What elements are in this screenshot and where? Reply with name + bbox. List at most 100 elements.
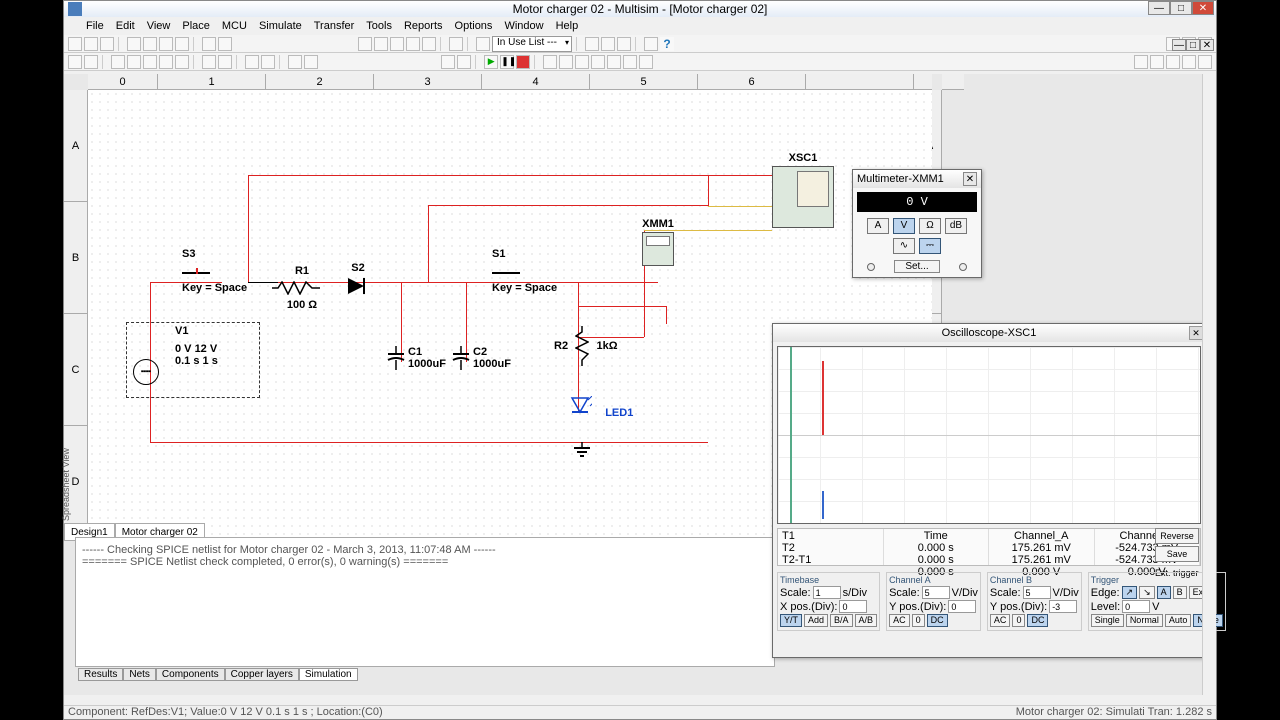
tool-a-icon[interactable] bbox=[585, 37, 599, 51]
t3-icon[interactable] bbox=[111, 55, 125, 69]
t13-icon[interactable] bbox=[304, 55, 318, 69]
menu-tools[interactable]: Tools bbox=[360, 18, 398, 34]
open-icon[interactable] bbox=[84, 37, 98, 51]
comp-r2[interactable]: R2 1kΩ bbox=[554, 326, 618, 366]
menu-help[interactable]: Help bbox=[550, 18, 585, 34]
menu-view[interactable]: View bbox=[141, 18, 177, 34]
redo-icon[interactable] bbox=[218, 37, 232, 51]
console-tab[interactable]: Nets bbox=[123, 668, 156, 681]
console-tab[interactable]: Simulation bbox=[299, 668, 358, 681]
minimize-button[interactable]: — bbox=[1148, 1, 1170, 15]
comp-c1[interactable]: C11000uF bbox=[386, 346, 406, 374]
save-button[interactable]: Save bbox=[1155, 546, 1199, 562]
trig-level-input[interactable] bbox=[1122, 600, 1150, 613]
comp-c2[interactable]: C21000uF bbox=[451, 346, 471, 374]
menu-window[interactable]: Window bbox=[498, 18, 549, 34]
t1-icon[interactable] bbox=[68, 55, 82, 69]
cha-scale-input[interactable] bbox=[922, 586, 950, 599]
trig-b-button[interactable]: B bbox=[1173, 586, 1187, 599]
edge-fall-button[interactable]: ↘ bbox=[1139, 586, 1155, 599]
tbBtns-Y/T[interactable]: Y/T bbox=[780, 614, 802, 627]
inuse-dropdown[interactable]: In Use List --- bbox=[492, 36, 572, 52]
reverse-button[interactable]: Reverse bbox=[1155, 528, 1199, 544]
menu-reports[interactable]: Reports bbox=[398, 18, 449, 34]
comp-xsc1[interactable]: XSC1 bbox=[772, 152, 834, 228]
comp-s2[interactable]: S2 bbox=[344, 262, 372, 298]
oscilloscope-close-icon[interactable]: ✕ bbox=[1189, 326, 1203, 340]
grid1-icon[interactable] bbox=[358, 37, 372, 51]
sub-close-button[interactable]: ✕ bbox=[1200, 39, 1214, 51]
comp-s1[interactable]: S1 Key = Space bbox=[492, 248, 557, 294]
zf3-icon[interactable] bbox=[1166, 55, 1180, 69]
play-icon[interactable]: ▶ bbox=[484, 55, 498, 69]
multimeter-mode-V[interactable]: V bbox=[893, 218, 915, 234]
chb-ypos-input[interactable] bbox=[1049, 600, 1077, 613]
tool-d-icon[interactable] bbox=[644, 37, 658, 51]
timebase-xpos-input[interactable] bbox=[839, 600, 867, 613]
trigBtns-Auto[interactable]: Auto bbox=[1165, 614, 1192, 627]
edge-rise-button[interactable]: ↗ bbox=[1122, 586, 1138, 599]
t2-icon[interactable] bbox=[84, 55, 98, 69]
t10-icon[interactable] bbox=[245, 55, 259, 69]
menu-place[interactable]: Place bbox=[176, 18, 216, 34]
print-icon[interactable] bbox=[127, 37, 141, 51]
comp-r1[interactable]: R1 100 Ω bbox=[272, 265, 332, 311]
s2-icon[interactable] bbox=[559, 55, 573, 69]
tool-b-icon[interactable] bbox=[601, 37, 615, 51]
help-icon[interactable]: ? bbox=[660, 37, 674, 51]
grid4-icon[interactable] bbox=[406, 37, 420, 51]
chbBtns-DC[interactable]: DC bbox=[1027, 614, 1048, 627]
zf4-icon[interactable] bbox=[1182, 55, 1196, 69]
oscilloscope-window[interactable]: Oscilloscope-XSC1✕ T1T2T2-T1 Time0.000 s… bbox=[772, 323, 1206, 658]
s7-icon[interactable] bbox=[639, 55, 653, 69]
menu-transfer[interactable]: Transfer bbox=[308, 18, 361, 34]
menu-options[interactable]: Options bbox=[449, 18, 499, 34]
multimeter-mode-dB[interactable]: dB bbox=[945, 218, 967, 234]
chaBtns-DC[interactable]: DC bbox=[927, 614, 948, 627]
paste-icon[interactable] bbox=[175, 37, 189, 51]
tool-c-icon[interactable] bbox=[617, 37, 631, 51]
s3-icon[interactable] bbox=[575, 55, 589, 69]
cha-ypos-input[interactable] bbox=[948, 600, 976, 613]
maximize-button[interactable]: □ bbox=[1170, 1, 1192, 15]
console-tab[interactable]: Components bbox=[156, 668, 225, 681]
save-icon[interactable] bbox=[100, 37, 114, 51]
timebase-scale-input[interactable] bbox=[813, 586, 841, 599]
t11-icon[interactable] bbox=[261, 55, 275, 69]
sub-max-button[interactable]: □ bbox=[1186, 39, 1200, 51]
t7-icon[interactable] bbox=[175, 55, 189, 69]
trig-a-button[interactable]: A bbox=[1157, 586, 1171, 599]
s5-icon[interactable] bbox=[607, 55, 621, 69]
s1-icon[interactable] bbox=[543, 55, 557, 69]
stop-icon[interactable] bbox=[516, 55, 530, 69]
multimeter-set-button[interactable]: Set... bbox=[894, 260, 939, 273]
comp-v1[interactable]: ╍╍ V1 0 V 12 V 0.1 s 1 s bbox=[126, 322, 260, 398]
console-tab[interactable]: Copper layers bbox=[225, 668, 299, 681]
grid3-icon[interactable] bbox=[390, 37, 404, 51]
zoom-icon[interactable] bbox=[449, 37, 463, 51]
menu-file[interactable]: File bbox=[80, 18, 110, 34]
copy-icon[interactable] bbox=[159, 37, 173, 51]
zf2-icon[interactable] bbox=[1150, 55, 1164, 69]
undo-icon[interactable] bbox=[202, 37, 216, 51]
tbBtns-B/A[interactable]: B/A bbox=[830, 614, 853, 627]
trigBtns-Normal[interactable]: Normal bbox=[1126, 614, 1163, 627]
chbBtns-AC[interactable]: AC bbox=[990, 614, 1011, 627]
sub-min-button[interactable]: — bbox=[1172, 39, 1186, 51]
multimeter-mode-A[interactable]: A bbox=[867, 218, 889, 234]
menu-edit[interactable]: Edit bbox=[110, 18, 141, 34]
instrument-sidebar[interactable] bbox=[1202, 74, 1216, 695]
pause-icon[interactable]: ❚❚ bbox=[500, 55, 514, 69]
grid2-icon[interactable] bbox=[374, 37, 388, 51]
tbBtns-A/B[interactable]: A/B bbox=[855, 614, 878, 627]
chbBtns-0[interactable]: 0 bbox=[1012, 614, 1025, 627]
multimeter-ac-button[interactable]: ∿ bbox=[893, 238, 915, 254]
chaBtns-0[interactable]: 0 bbox=[912, 614, 925, 627]
zf1-icon[interactable] bbox=[1134, 55, 1148, 69]
chb-scale-input[interactable] bbox=[1023, 586, 1051, 599]
chaBtns-AC[interactable]: AC bbox=[889, 614, 910, 627]
comp-xmm1[interactable]: XMM1 bbox=[642, 218, 674, 266]
t12-icon[interactable] bbox=[288, 55, 302, 69]
s6-icon[interactable] bbox=[623, 55, 637, 69]
trigBtns-Single[interactable]: Single bbox=[1091, 614, 1124, 627]
